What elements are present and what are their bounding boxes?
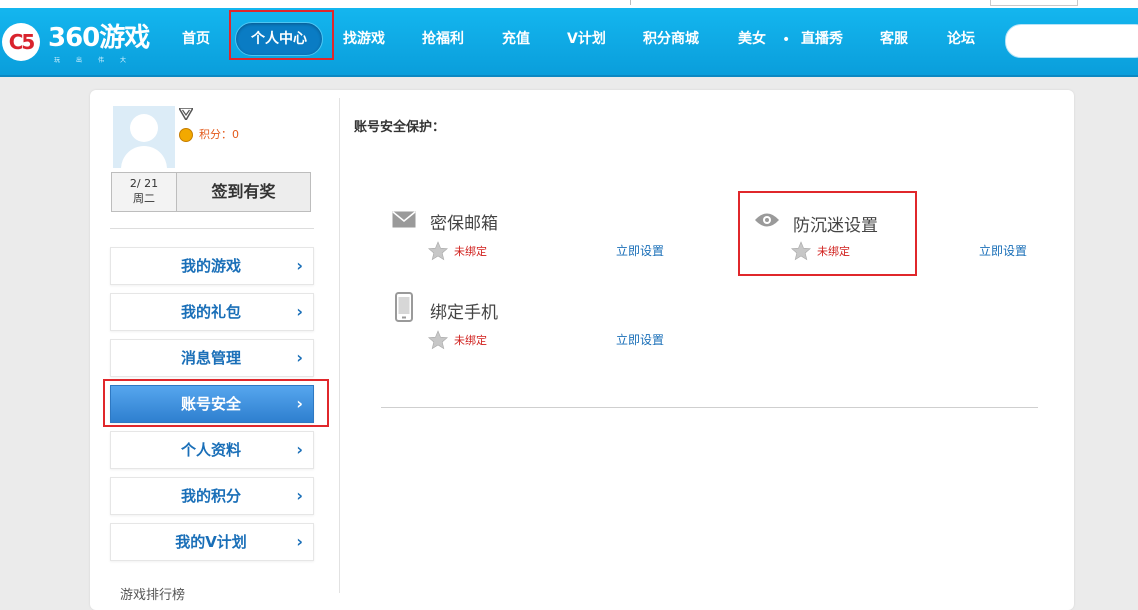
top-strip-divider [630,0,631,5]
nav-find-games[interactable]: 找游戏 [343,29,385,49]
star-icon [428,330,448,350]
nav-recharge[interactable]: 充值 [502,29,530,49]
highlight-box-sidebar [103,379,329,427]
avatar[interactable] [113,106,175,168]
vip-badge-icon [179,108,193,120]
chevron-right-icon: › [296,440,303,459]
top-nav-bar: C5 360游戏 玩出伟大 首页 个人中心 找游戏 抢福利 充值 V计划 积分商… [0,8,1138,77]
sidebar-item-label: 我的V计划 [175,533,247,551]
sign-in-button[interactable]: 签到有奖 [177,173,310,211]
avatar-head [130,114,158,142]
nav-dot: • [782,32,791,48]
sidebar-item-my-games[interactable]: 我的游戏 › [110,247,314,285]
nav-forum[interactable]: 论坛 [947,29,975,49]
sidebar-item-label: 个人资料 [180,441,241,459]
chevron-right-icon: › [296,532,303,551]
logo-mark: C5 [8,30,36,54]
avatar-body [121,146,167,168]
sign-date: 2/ 21 周二 [112,173,177,211]
column-divider [339,98,340,593]
nav-service[interactable]: 客服 [880,29,908,49]
status-mail: 未绑定 [454,245,487,258]
highlight-box-anti-addiction [738,191,917,276]
nav-home[interactable]: 首页 [182,29,210,49]
sidebar-item-label: 我的积分 [180,487,241,505]
nav-beauty[interactable]: 美女 [738,29,766,49]
browser-top-strip [0,0,1138,8]
nav-points-mall[interactable]: 积分商城 [643,29,699,49]
set-mail-link[interactable]: 立即设置 [616,242,664,259]
sidebar-game-ranking-partial[interactable]: 游戏排行榜 [120,584,185,603]
sidebar-divider [110,228,314,229]
item-title-phone: 绑定手机 [430,303,498,323]
sidebar-item-my-v-plan[interactable]: 我的V计划 › [110,523,314,561]
status-phone: 未绑定 [454,334,487,347]
points-label: 积分：0 [199,128,239,141]
sidebar-item-label: 消息管理 [180,349,241,367]
highlight-box-nav [229,10,334,60]
content-divider [381,407,1038,408]
chevron-right-icon: › [296,486,303,505]
sign-date-day: 2/ 21 [129,177,159,190]
section-title: 账号安全保护： [354,120,446,135]
sign-in-box: 2/ 21 周二 签到有奖 [111,172,311,212]
nav-welfare[interactable]: 抢福利 [422,29,464,49]
nav-v-plan[interactable]: V计划 [567,29,606,49]
set-phone-link[interactable]: 立即设置 [616,331,664,348]
sidebar-item-label: 我的礼包 [180,303,241,321]
sidebar-item-my-gifts[interactable]: 我的礼包 › [110,293,314,331]
mail-icon [392,211,416,228]
search-input[interactable] [1005,24,1138,58]
chevron-right-icon: › [296,348,303,367]
star-icon [428,241,448,261]
chevron-right-icon: › [296,256,303,275]
logo-text: 360游戏 [48,23,150,53]
set-anti-addiction-link[interactable]: 立即设置 [979,242,1027,259]
sidebar-item-my-points[interactable]: 我的积分 › [110,477,314,515]
coin-icon [179,128,193,142]
phone-icon [395,292,413,322]
sidebar-item-label: 我的游戏 [180,257,241,275]
item-title-mail: 密保邮箱 [430,214,498,234]
sign-date-weekday: 周二 [133,192,155,205]
top-strip-box [990,0,1078,6]
chevron-right-icon: › [296,302,303,321]
nav-live-show[interactable]: 直播秀 [801,29,843,49]
sidebar-item-messages[interactable]: 消息管理 › [110,339,314,377]
logo-slogan: 玩出伟大 [54,57,143,64]
sidebar-item-profile[interactable]: 个人资料 › [110,431,314,469]
